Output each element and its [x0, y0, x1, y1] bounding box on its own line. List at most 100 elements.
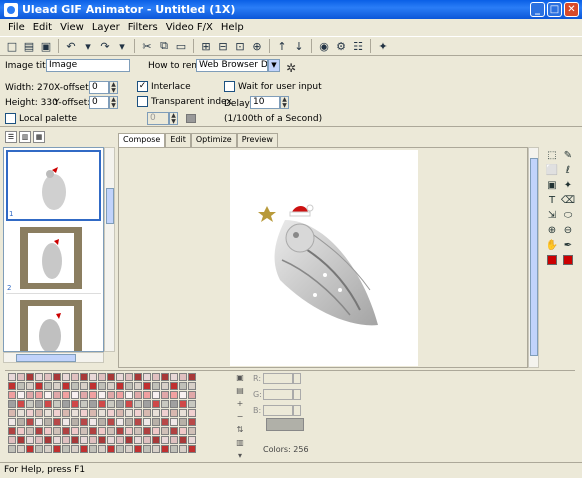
palette-color-cell[interactable]	[89, 427, 97, 435]
tab-edit[interactable]: Edit	[165, 133, 191, 147]
palette-color-cell[interactable]	[80, 373, 88, 381]
palette-color-cell[interactable]	[107, 445, 115, 453]
menu-file[interactable]: File	[4, 22, 29, 33]
palette-color-cell[interactable]	[17, 436, 25, 444]
palette-color-cell[interactable]	[8, 382, 16, 390]
add-frame-icon[interactable]: ⊞	[198, 38, 214, 54]
palette-color-cell[interactable]	[170, 373, 178, 381]
palette-color-cell[interactable]	[125, 445, 133, 453]
palette-color-cell[interactable]	[152, 391, 160, 399]
tab-compose[interactable]: Compose	[118, 133, 166, 147]
frame-thumbnail-3[interactable]: 3	[6, 296, 101, 351]
delay-input[interactable]: 10	[250, 96, 280, 109]
palette-color-cell[interactable]	[44, 418, 52, 426]
sort-palette-icon[interactable]: ⇅	[234, 425, 246, 435]
palette-color-cell[interactable]	[125, 418, 133, 426]
palette-color-cell[interactable]	[152, 445, 160, 453]
palette-color-cell[interactable]	[134, 418, 142, 426]
local-palette-checkbox[interactable]	[5, 113, 16, 124]
palette-color-cell[interactable]	[35, 445, 43, 453]
palette-color-cell[interactable]	[179, 409, 187, 417]
new-icon[interactable]: □	[4, 38, 20, 54]
palette-color-cell[interactable]	[107, 382, 115, 390]
properties-icon[interactable]: ☷	[350, 38, 366, 54]
palette-color-cell[interactable]	[161, 391, 169, 399]
palette-color-cell[interactable]	[107, 400, 115, 408]
palette-color-cell[interactable]	[71, 436, 79, 444]
palette-color-cell[interactable]	[35, 418, 43, 426]
transparent-index-spinner[interactable]: ▲ ▼	[169, 112, 178, 125]
palette-color-cell[interactable]	[71, 382, 79, 390]
thumbnail-view-icon[interactable]: ▥	[19, 131, 31, 143]
palette-color-cell[interactable]	[134, 373, 142, 381]
image-wizard-icon[interactable]: ✲	[286, 61, 302, 75]
palette-color-cell[interactable]	[161, 409, 169, 417]
palette-color-cell[interactable]	[62, 436, 70, 444]
xoffset-spinner[interactable]: ▲ ▼	[109, 81, 118, 94]
move-down-icon[interactable]: ↓	[291, 38, 307, 54]
palette-color-cell[interactable]	[152, 400, 160, 408]
palette-color-cell[interactable]	[134, 445, 142, 453]
palette-color-cell[interactable]	[35, 373, 43, 381]
scroll-thumb[interactable]	[16, 354, 76, 362]
palette-color-cell[interactable]	[8, 409, 16, 417]
pick-tool-icon[interactable]: ⬚	[544, 148, 560, 163]
palette-color-cell[interactable]	[179, 436, 187, 444]
pen-tool-icon[interactable]: ✎	[560, 148, 576, 163]
palette-color-cell[interactable]	[8, 391, 16, 399]
palette-color-cell[interactable]	[116, 436, 124, 444]
palette-color-cell[interactable]	[71, 427, 79, 435]
palette-color-cell[interactable]	[170, 445, 178, 453]
yoffset-input[interactable]: 0	[89, 96, 109, 109]
frame-thumbnail-1[interactable]: 1	[6, 150, 101, 221]
palette-color-cell[interactable]	[80, 445, 88, 453]
fill-icon[interactable]: ⬭	[560, 208, 576, 223]
object-view-icon[interactable]: ▦	[33, 131, 45, 143]
palette-color-cell[interactable]	[98, 382, 106, 390]
palette-color-cell[interactable]	[125, 436, 133, 444]
palette-color-cell[interactable]	[26, 382, 34, 390]
palette-color-cell[interactable]	[125, 373, 133, 381]
paste-icon[interactable]: ▭	[173, 38, 189, 54]
palette-color-cell[interactable]	[125, 391, 133, 399]
palette-color-cell[interactable]	[152, 436, 160, 444]
palette-color-cell[interactable]	[89, 418, 97, 426]
text-icon[interactable]: T	[544, 193, 560, 208]
palette-color-cell[interactable]	[188, 382, 196, 390]
minimize-button[interactable]: _	[530, 2, 545, 17]
palette-color-cell[interactable]	[161, 436, 169, 444]
palette-color-cell[interactable]	[71, 373, 79, 381]
palette-color-cell[interactable]	[44, 373, 52, 381]
palette-color-cell[interactable]	[80, 400, 88, 408]
palette-color-cell[interactable]	[80, 427, 88, 435]
open-icon[interactable]: ▤	[21, 38, 37, 54]
palette-color-cell[interactable]	[188, 409, 196, 417]
eyedropper-icon[interactable]: ✒	[560, 238, 576, 253]
wizard-icon[interactable]: ✦	[375, 38, 391, 54]
delay-spinner[interactable]: ▲ ▼	[280, 96, 289, 109]
palette-color-cell[interactable]	[116, 400, 124, 408]
palette-color-cell[interactable]	[107, 418, 115, 426]
palette-color-cell[interactable]	[44, 400, 52, 408]
wait-for-input-checkbox[interactable]	[224, 81, 235, 92]
palette-color-cell[interactable]	[107, 373, 115, 381]
how-to-remove-dropdown-icon[interactable]: ▼	[268, 59, 280, 72]
palette-color-cell[interactable]	[143, 436, 151, 444]
palette-color-cell[interactable]	[134, 382, 142, 390]
frame-list-hscrollbar[interactable]	[3, 352, 104, 363]
palette-color-cell[interactable]	[89, 373, 97, 381]
load-palette-icon[interactable]: ▤	[234, 386, 246, 396]
palette-color-cell[interactable]	[134, 427, 142, 435]
redo-dropdown-icon[interactable]: ▾	[114, 38, 130, 54]
transform-icon[interactable]: ⇲	[544, 208, 560, 223]
palette-color-cell[interactable]	[62, 391, 70, 399]
palette-color-cell[interactable]	[125, 409, 133, 417]
palette-color-cell[interactable]	[35, 427, 43, 435]
palette-color-cell[interactable]	[26, 418, 34, 426]
palette-color-cell[interactable]	[53, 436, 61, 444]
palette-color-cell[interactable]	[161, 427, 169, 435]
palette-color-cell[interactable]	[44, 391, 52, 399]
background-color-swatch[interactable]	[563, 255, 573, 265]
copy-icon[interactable]: ⧉	[156, 38, 172, 54]
palette-color-cell[interactable]	[44, 427, 52, 435]
